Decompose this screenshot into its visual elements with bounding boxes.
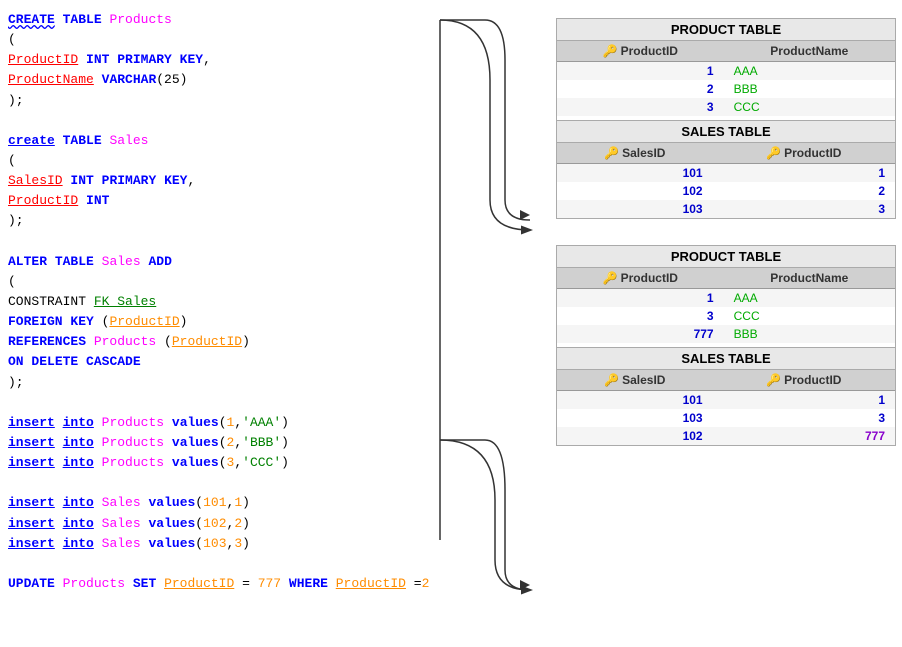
sales-id-cell: 103: [557, 200, 713, 218]
top-product-title: PRODUCT TABLE: [557, 19, 895, 41]
code-line: ProductID INT: [8, 191, 422, 211]
code-line: insert into Products values(2,'BBB'): [8, 433, 422, 453]
table-row: 101 1: [557, 164, 895, 183]
bottom-table-group: PRODUCT TABLE 🔑 ProductID ProductName: [556, 245, 896, 446]
table-row: 3 CCC: [557, 98, 895, 116]
product-name-cell: BBB: [724, 80, 895, 98]
sales-pid-cell-updated: 777: [713, 427, 895, 445]
bottom-sales-table: 🔑 SalesID 🔑 ProductID: [557, 370, 895, 445]
product-id-cell: 3: [557, 307, 724, 325]
bottom-product-col-id: 🔑 ProductID: [557, 268, 724, 289]
code-line: CONSTRAINT FK_Sales: [8, 292, 422, 312]
product-id-cell: 1: [557, 289, 724, 308]
bottom-sales-col-sid: 🔑 SalesID: [557, 370, 713, 391]
product-name-cell: CCC: [724, 98, 895, 116]
code-line: );: [8, 373, 422, 393]
table-row: 103 3: [557, 409, 895, 427]
bottom-product-title: PRODUCT TABLE: [557, 246, 895, 268]
code-line: UPDATE Products SET ProductID = 777 WHER…: [8, 574, 422, 594]
code-line: ProductName VARCHAR(25): [8, 70, 422, 90]
product-id-cell: 1: [557, 62, 724, 81]
connector-svg: [430, 0, 550, 647]
code-line: );: [8, 91, 422, 111]
sales-id-cell: 102: [557, 182, 713, 200]
sales-pid-cell: 2: [713, 182, 895, 200]
bottom-sales-title: SALES TABLE: [557, 347, 895, 370]
code-line: insert into Products values(3,'CCC'): [8, 453, 422, 473]
code-line: REFERENCES Products (ProductID): [8, 332, 422, 352]
key-icon: 🔑: [603, 44, 618, 58]
table-row: 102 2: [557, 182, 895, 200]
table-row: 102 777: [557, 427, 895, 445]
top-sales-table: 🔑 SalesID 🔑 ProductID: [557, 143, 895, 218]
code-line: SalesID INT PRIMARY KEY,: [8, 171, 422, 191]
product-id-cell: 777: [557, 325, 724, 343]
sales-pid-cell: 3: [713, 200, 895, 218]
product-name-cell: AAA: [724, 289, 895, 308]
code-line: (: [8, 151, 422, 171]
product-id-cell: 3: [557, 98, 724, 116]
fk-icon: 🔑: [766, 373, 781, 387]
bottom-product-table: 🔑 ProductID ProductName 1 AAA 3 C: [557, 268, 895, 343]
sales-id-cell: 101: [557, 164, 713, 183]
top-sales-col-pid: 🔑 ProductID: [713, 143, 895, 164]
key-icon: 🔑: [604, 373, 619, 387]
code-line: insert into Sales values(101,1): [8, 493, 422, 513]
table-row: 2 BBB: [557, 80, 895, 98]
product-name-cell: AAA: [724, 62, 895, 81]
code-line: (: [8, 272, 422, 292]
code-line: CREATE TABLE Products: [8, 10, 422, 30]
sales-id-cell: 102: [557, 427, 713, 445]
connector-area: [430, 0, 550, 647]
sales-id-cell: 101: [557, 391, 713, 410]
product-name-cell: BBB: [724, 325, 895, 343]
code-line: create TABLE Sales: [8, 131, 422, 151]
fk-icon: 🔑: [766, 146, 781, 160]
code-line: (: [8, 30, 422, 50]
key-icon: 🔑: [604, 146, 619, 160]
table-row: 777 BBB: [557, 325, 895, 343]
top-sales-col-sid: 🔑 SalesID: [557, 143, 713, 164]
code-line: ON DELETE CASCADE: [8, 352, 422, 372]
key-icon: 🔑: [603, 271, 618, 285]
sales-pid-cell: 1: [713, 164, 895, 183]
code-line: ProductID INT PRIMARY KEY,: [8, 50, 422, 70]
top-product-col-id: 🔑 ProductID: [557, 41, 724, 62]
table-row: 3 CCC: [557, 307, 895, 325]
sales-pid-cell: 3: [713, 409, 895, 427]
code-line: insert into Products values(1,'AAA'): [8, 413, 422, 433]
table-row: 101 1: [557, 391, 895, 410]
bottom-sales-col-pid: 🔑 ProductID: [713, 370, 895, 391]
top-table-group: PRODUCT TABLE 🔑 ProductID ProductName: [556, 18, 896, 219]
code-line: FOREIGN KEY (ProductID): [8, 312, 422, 332]
table-row: 103 3: [557, 200, 895, 218]
table-row: 1 AAA: [557, 62, 895, 81]
product-id-cell: 2: [557, 80, 724, 98]
sales-pid-cell: 1: [713, 391, 895, 410]
code-panel: CREATE TABLE Products ( ProductID INT PR…: [0, 0, 430, 647]
code-line: insert into Sales values(102,2): [8, 514, 422, 534]
product-name-cell: CCC: [724, 307, 895, 325]
table-row: 1 AAA: [557, 289, 895, 308]
bottom-product-col-name: ProductName: [724, 268, 895, 289]
sales-id-cell: 103: [557, 409, 713, 427]
code-line: insert into Sales values(103,3): [8, 534, 422, 554]
tables-panel: PRODUCT TABLE 🔑 ProductID ProductName: [550, 0, 902, 647]
top-product-col-name: ProductName: [724, 41, 895, 62]
code-line: );: [8, 211, 422, 231]
code-line: ALTER TABLE Sales ADD: [8, 252, 422, 272]
main-container: CREATE TABLE Products ( ProductID INT PR…: [0, 0, 902, 647]
top-sales-title: SALES TABLE: [557, 120, 895, 143]
top-product-table: 🔑 ProductID ProductName 1 AAA 2 B: [557, 41, 895, 116]
